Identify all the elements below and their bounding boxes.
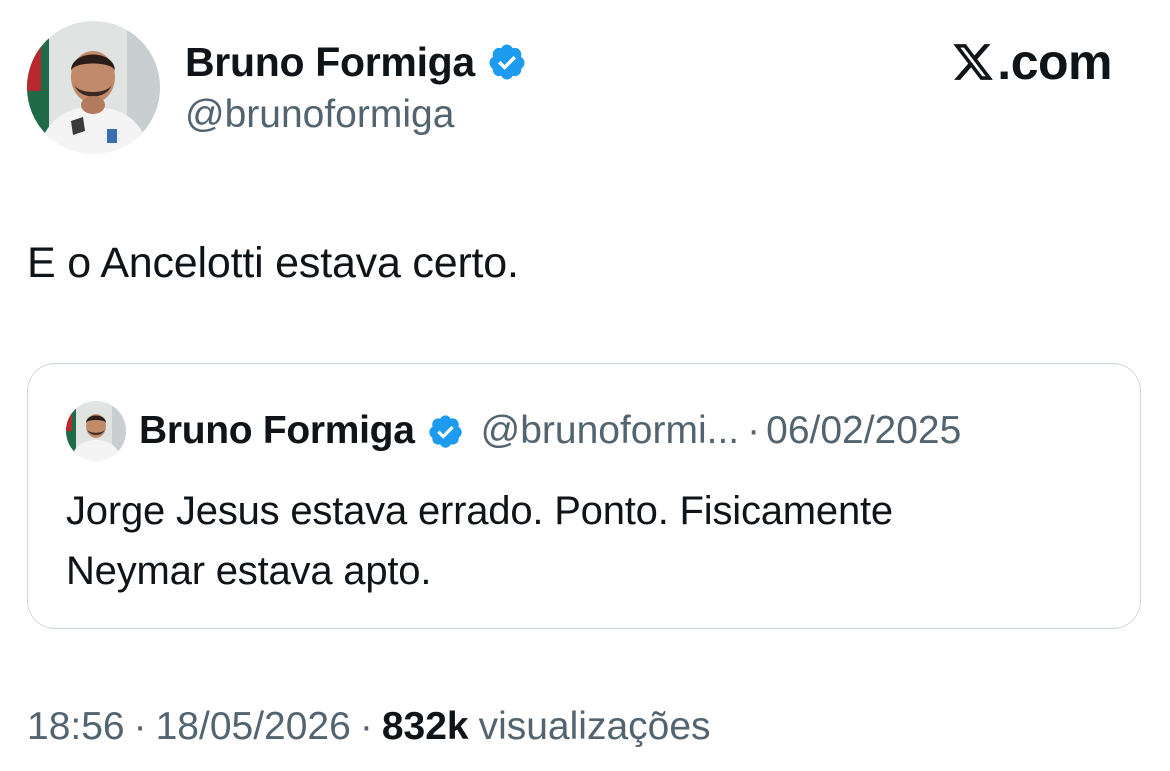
author-avatar-image <box>27 21 160 154</box>
quoted-tweet-header: Bruno Formiga @brunoformi... · 06/02/202… <box>66 401 961 461</box>
quoted-author-handle: @brunoformi... <box>480 409 740 452</box>
meta-separator: · <box>133 705 147 748</box>
quoted-verified-badge-icon <box>427 413 464 450</box>
quoted-text-line-1: Jorge Jesus estava errado. Ponto. Fisica… <box>66 489 893 533</box>
brand-domain: .com <box>997 34 1112 90</box>
quoted-author-avatar <box>66 401 126 461</box>
quoted-separator: · <box>747 409 761 452</box>
meta-separator: · <box>359 705 373 748</box>
tweet-time[interactable]: 18:56 <box>27 704 125 750</box>
quoted-author-avatar-image <box>66 401 126 461</box>
quoted-author-name: Bruno Formiga <box>139 409 415 452</box>
author-handle[interactable]: @brunoformiga <box>185 92 454 138</box>
author-name[interactable]: Bruno Formiga <box>185 38 475 86</box>
views-count[interactable]: 832k <box>382 704 469 750</box>
author-avatar[interactable] <box>27 21 160 154</box>
brand-logo: .com <box>951 33 1112 91</box>
author-name-row[interactable]: Bruno Formiga <box>185 38 527 86</box>
quoted-date: 06/02/2025 <box>766 409 962 452</box>
tweet-meta: 18:56 · 18/05/2026 · 832k visualizações <box>27 704 711 750</box>
quoted-tweet-card[interactable]: Bruno Formiga @brunoformi... · 06/02/202… <box>27 363 1141 629</box>
views-label: visualizações <box>478 705 711 748</box>
tweet-date[interactable]: 18/05/2026 <box>156 704 351 750</box>
quoted-text-line-2: Neymar estava apto. <box>66 549 432 593</box>
verified-badge-icon <box>487 42 527 82</box>
tweet-text: E o Ancelotti estava certo. <box>27 239 519 287</box>
quoted-tweet-text: Jorge Jesus estava errado. Ponto. Fisica… <box>66 481 1106 601</box>
x-logo-icon <box>951 39 995 85</box>
